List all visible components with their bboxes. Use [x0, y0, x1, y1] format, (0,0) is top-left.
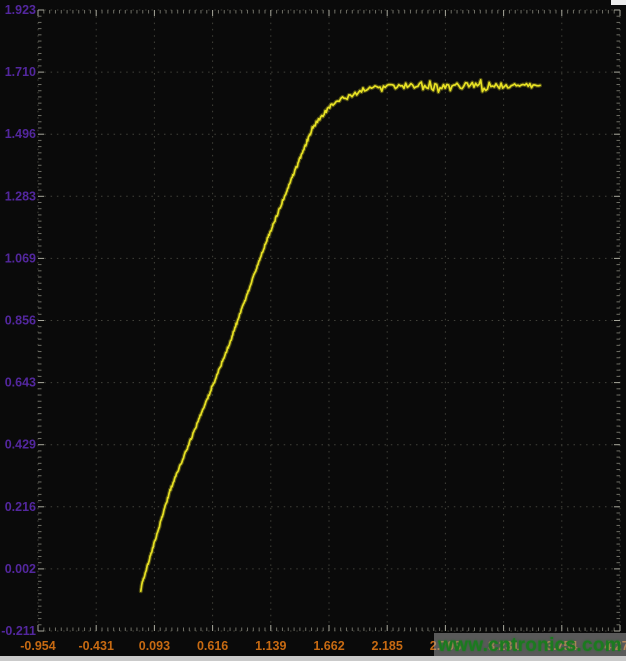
watermark: www.cntronics.com [434, 633, 626, 658]
x-axis-tick-label: -0.954 [20, 639, 55, 653]
image-border-top-right [611, 0, 626, 5]
y-axis-tick-label: 1.069 [5, 251, 36, 265]
xy-plot-canvas: 1.923 1.710 1.496 1.283 1.069 0.856 0.643 0.429… [0, 0, 626, 661]
x-axis-tick-label: -0.431 [78, 639, 113, 653]
y-axis-tick-label: 0.856 [5, 314, 36, 328]
y-axis-tick-label: 1.496 [5, 127, 36, 141]
watermark-text: www.cntronics.com [438, 635, 622, 657]
y-axis-tick-label: 0.216 [5, 500, 36, 514]
x-axis-tick-label: 2.185 [372, 639, 403, 653]
image-border-bottom-strip [0, 656, 626, 661]
y-axis-tick-label: -0.211 [1, 624, 36, 638]
oscilloscope-screen: 1.923 1.710 1.496 1.283 1.069 0.856 0.643 0.429… [0, 0, 626, 661]
plot-background [0, 0, 626, 661]
x-axis-tick-label: 1.139 [255, 639, 286, 653]
x-axis-tick-label: 1.662 [313, 639, 344, 653]
x-axis-tick-label: 0.093 [139, 639, 170, 653]
y-axis-tick-label: 1.283 [5, 189, 36, 203]
y-axis-tick-label: 0.643 [5, 376, 36, 390]
y-axis-tick-label: 1.923 [5, 3, 36, 17]
y-axis-tick-label: 0.429 [5, 438, 36, 452]
x-axis-tick-label: 0.616 [197, 639, 228, 653]
y-axis-tick-label: 1.710 [5, 65, 36, 79]
y-axis-tick-label: 0.002 [5, 562, 36, 576]
